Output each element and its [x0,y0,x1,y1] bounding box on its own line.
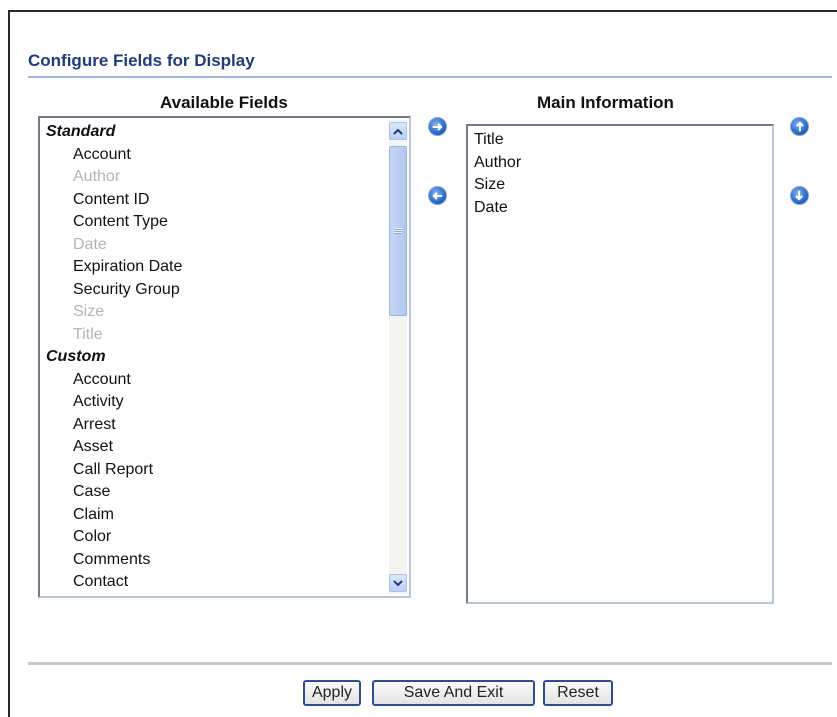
list-item[interactable]: Asset [40,436,389,459]
list-item[interactable]: Comments [40,549,389,572]
list-item[interactable]: Content ID [40,189,389,212]
list-item[interactable]: Content Type [40,211,389,234]
list-item[interactable]: Call Report [40,459,389,482]
chevron-down-icon [393,579,403,586]
scroll-grip-icon [394,228,402,234]
list-item: Size [73,303,105,320]
page-title: Configure Fields for Display [28,51,255,70]
list-item[interactable]: Contact [40,571,389,594]
arrow-down-icon: ➜ [792,190,807,201]
title-divider [28,76,832,78]
list-item[interactable]: Account [40,144,389,167]
list-item[interactable]: Security Group [40,279,389,302]
arrow-left-icon: ➜ [432,188,443,203]
main-information-options: Title Author Size Date [468,129,772,219]
list-item[interactable]: Arrest [40,414,389,437]
available-fields-list[interactable]: Standard Account Author Content ID Content T… [38,116,411,598]
list-item: Title [73,325,103,343]
scroll-up-button[interactable] [389,122,407,140]
arrow-up-icon: ➜ [792,121,807,132]
option-group-label: Standard [46,123,116,140]
arrow-right-icon: ➜ [432,119,443,134]
apply-button[interactable]: Apply [303,680,361,706]
move-up-button[interactable]: ➜ [790,117,809,136]
chevron-up-icon [393,128,403,135]
list-item[interactable]: Account [40,369,389,392]
available-fields-scrollbar[interactable] [389,120,407,594]
move-to-available-button[interactable]: ➜ [428,186,447,205]
list-item[interactable]: Claim [40,504,389,527]
available-fields-heading: Available Fields [160,93,288,112]
available-fields-options: Standard Account Author Content ID Content T… [40,118,389,596]
list-item[interactable]: Color [40,526,389,549]
main-information-heading: Main Information [537,93,674,112]
list-item[interactable]: Case [40,481,389,504]
scroll-down-button[interactable] [389,574,407,592]
move-down-button[interactable]: ➜ [790,186,809,205]
list-item[interactable]: Size [468,174,772,197]
list-item: Author [73,168,121,185]
list-item[interactable]: Author [468,152,772,175]
list-item[interactable]: Title [468,129,772,152]
move-to-main-button[interactable]: ➜ [428,117,447,136]
scroll-thumb[interactable] [389,146,407,316]
main-information-list[interactable]: Title Author Size Date [466,124,774,604]
bottom-divider [28,662,832,665]
list-item: Date [73,235,107,253]
reset-button[interactable]: Reset [543,680,613,706]
list-item[interactable]: Expiration Date [40,256,389,279]
save-and-exit-button[interactable]: Save And Exit [372,680,535,706]
list-item[interactable]: Date [468,197,772,220]
option-group-label: Custom [46,348,106,365]
list-item[interactable]: Activity [40,391,389,414]
